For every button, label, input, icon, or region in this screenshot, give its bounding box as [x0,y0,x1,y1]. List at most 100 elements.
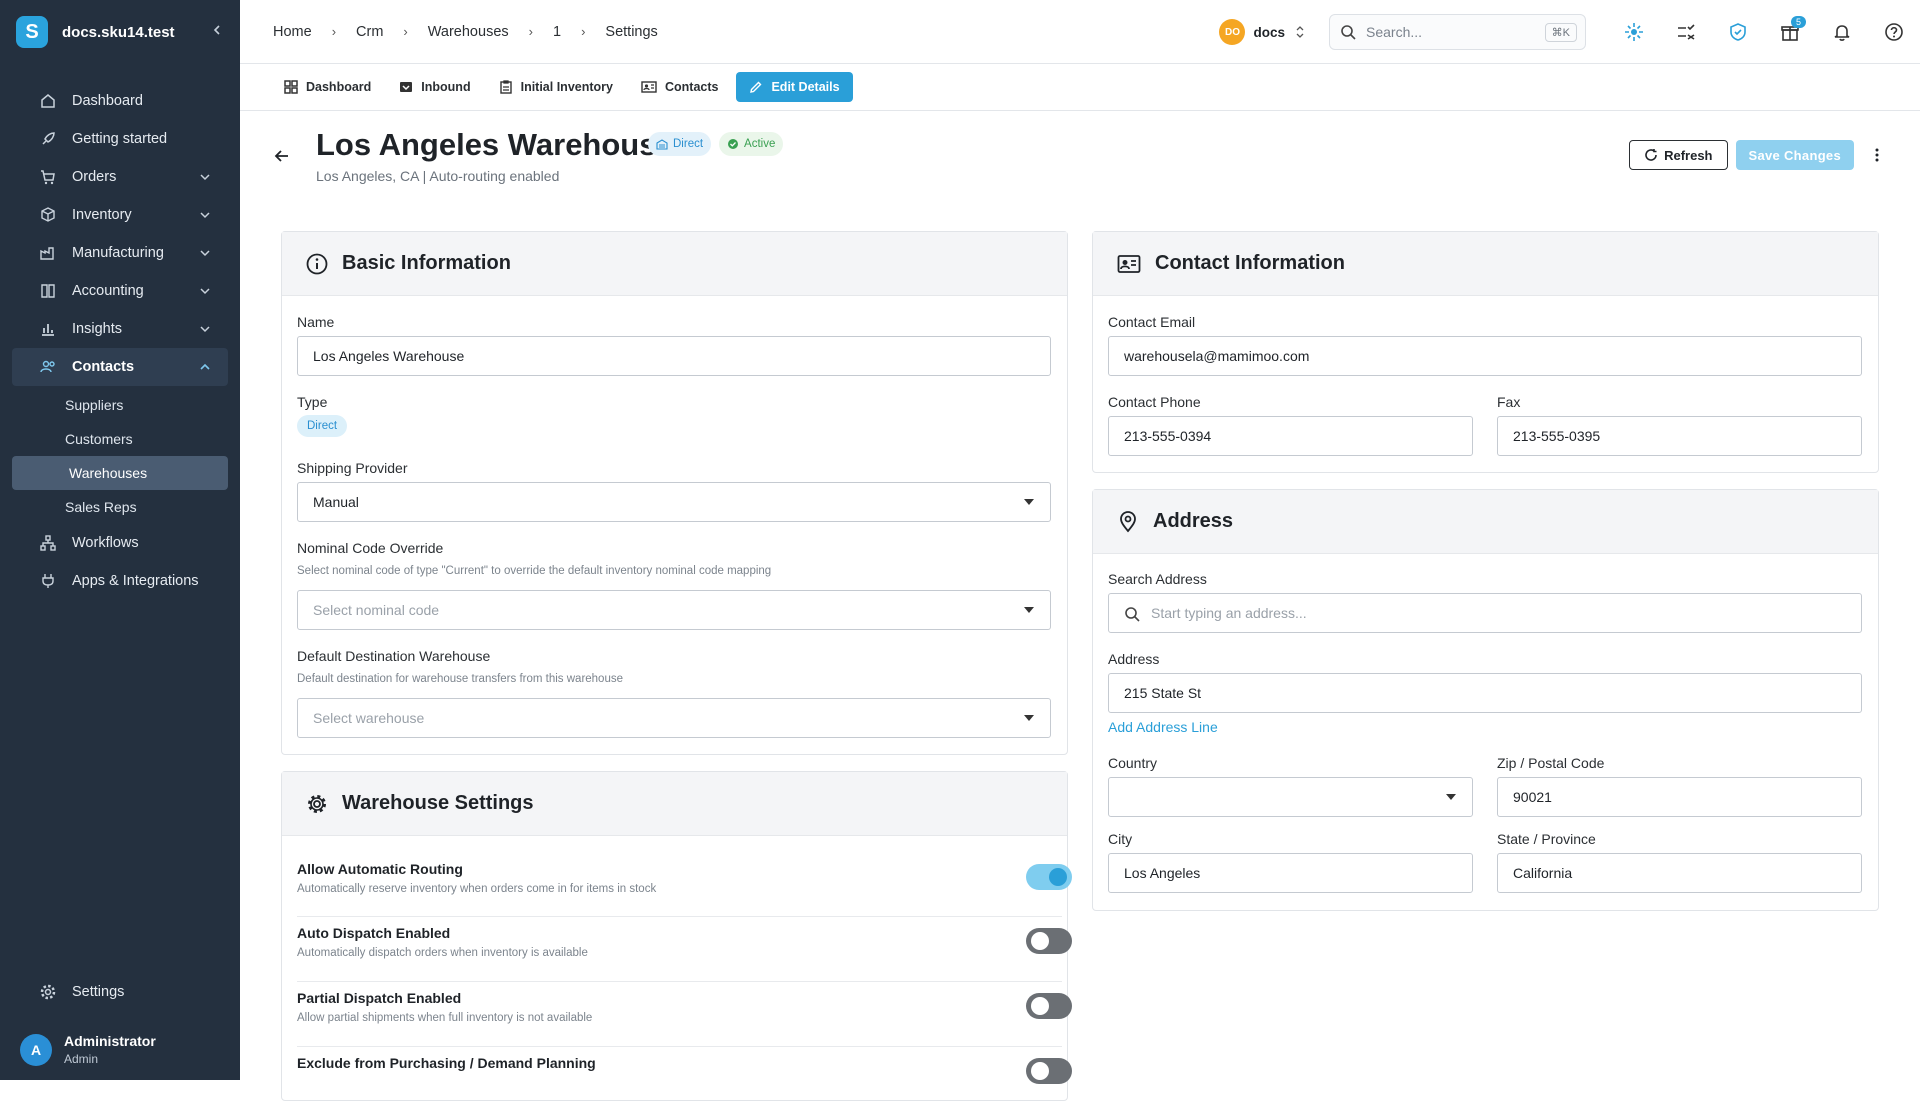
sidebar-item-label: Inventory [72,207,132,223]
default-destination-select[interactable]: Select warehouse [297,698,1051,738]
sidebar-subitem-sales-reps[interactable]: Sales Reps [12,490,228,524]
sidebar-item-inventory[interactable]: Inventory [12,196,228,234]
sidebar-subitem-warehouses[interactable]: Warehouses [12,456,228,490]
sidebar-item-insights[interactable]: Insights [12,310,228,348]
pencil-icon [750,81,762,93]
tab-initial-inventory[interactable]: Initial Inventory [489,72,623,102]
search-address-input[interactable]: Start typing an address... [1108,593,1862,633]
exclude-purchasing-toggle[interactable] [1026,1058,1072,1084]
partial-dispatch-toggle[interactable] [1026,993,1072,1019]
sidebar-subitem-customers[interactable]: Customers [12,422,228,456]
page-actions: Refresh Save Changes [1629,140,1880,170]
home-icon [38,91,58,111]
sidebar-item-manufacturing[interactable]: Manufacturing [12,234,228,272]
card-title: Basic Information [342,252,511,274]
basic-information-header: Basic Information [282,232,1067,296]
sidebar-item-dashboard[interactable]: Dashboard [12,82,228,120]
tab-dashboard[interactable]: Dashboard [274,72,381,102]
user-role: Admin [64,1052,99,1066]
address-card: Address Search Address Start typing an a… [1092,489,1879,911]
tab-contacts[interactable]: Contacts [631,72,728,102]
tab-edit-details[interactable]: Edit Details [736,72,853,102]
sidebar-item-accounting[interactable]: Accounting [12,272,228,310]
search-placeholder: Search... [1366,24,1423,40]
sidebar-item-settings[interactable]: Settings [12,973,228,1011]
name-label: Name [297,314,335,330]
gifts-button[interactable]: 5 [1764,12,1816,52]
sidebar-item-getting-started[interactable]: Getting started [12,120,228,158]
breadcrumb-home[interactable]: Home [273,24,312,40]
factory-icon [38,243,58,263]
breadcrumb-separator-icon: › [528,24,533,39]
default-destination-placeholder: Select warehouse [313,710,425,726]
contact-phone-input[interactable]: 213-555-0394 [1108,416,1473,456]
workspace-title[interactable]: docs.sku14.test [62,24,210,41]
name-input[interactable]: Los Angeles Warehouse [297,336,1051,376]
security-button[interactable] [1712,12,1764,52]
zip-label: Zip / Postal Code [1497,755,1605,771]
breadcrumb-crm[interactable]: Crm [356,24,383,40]
avatar: A [20,1033,52,1066]
address-line-input[interactable]: 215 State St [1108,673,1862,713]
global-search[interactable]: Search... ⌘K [1329,14,1586,50]
type-chip: Direct [297,415,348,437]
sidebar-item-label: Contacts [72,359,135,375]
help-button[interactable] [1868,12,1920,52]
default-destination-hint: Default destination for warehouse transf… [297,673,623,685]
collapse-sidebar-icon[interactable] [210,23,224,42]
rocket-icon [38,129,58,149]
sidebar-nav: Dashboard Getting started Orders Invento… [0,64,240,600]
sidebar-item-orders[interactable]: Orders [12,158,228,196]
nominal-code-select[interactable]: Select nominal code [297,590,1051,630]
workspace-switcher[interactable]: DO docs [1219,19,1305,45]
check-circle-icon [728,139,739,149]
more-vertical-icon[interactable] [1874,147,1880,163]
sidebar-subitem-suppliers[interactable]: Suppliers [12,388,228,422]
user-menu[interactable]: A Administrator Admin [0,1019,240,1080]
tab-inbound[interactable]: Inbound [389,72,480,102]
back-button[interactable] [274,148,290,169]
zip-input[interactable]: 90021 [1497,777,1862,817]
toggle-knob [1031,997,1049,1015]
contact-email-input[interactable]: warehousela@mamimoo.com [1108,336,1862,376]
add-address-line-link[interactable]: Add Address Line [1108,719,1218,735]
toggle-knob [1031,1062,1049,1080]
notifications-button[interactable] [1816,12,1868,52]
list-check-icon [1678,24,1695,40]
ai-sparkle-button[interactable] [1608,12,1660,52]
sidebar-item-label: Dashboard [72,93,143,109]
auto-dispatch-toggle[interactable] [1026,928,1072,954]
tab-label: Contacts [664,80,719,94]
sidebar-item-label: Workflows [72,535,139,551]
city-input[interactable]: Los Angeles [1108,853,1473,893]
sidebar-footer: Settings A Administrator Admin [0,973,240,1080]
bell-icon [1834,25,1850,41]
chevron-down-icon [200,174,210,181]
state-input[interactable]: California [1497,853,1862,893]
topbar-actions: DO docs Search... ⌘K 5 [1219,0,1920,64]
chevron-up-icon [200,363,210,370]
automatic-routing-toggle[interactable] [1026,864,1072,890]
warehouse-tabs: Dashboard Inbound Initial Inventory Cont… [240,64,1920,111]
contact-card-icon [1117,254,1141,273]
sidebar-header: S docs.sku14.test [0,0,240,64]
shipping-provider-select[interactable]: Manual [297,482,1051,522]
refresh-button[interactable]: Refresh [1629,140,1728,170]
breadcrumb-warehouses[interactable]: Warehouses [428,24,509,40]
country-select[interactable] [1108,777,1473,817]
status-badge: Active [719,132,784,156]
clipboard-icon [499,80,512,94]
sidebar-item-apps-integrations[interactable]: Apps & Integrations [12,562,228,600]
breadcrumb-id[interactable]: 1 [553,24,561,40]
save-changes-button[interactable]: Save Changes [1735,140,1854,170]
contact-information-card: Contact Information Contact Email wareho… [1092,231,1879,473]
fax-input[interactable]: 213-555-0395 [1497,416,1862,456]
sidebar-item-workflows[interactable]: Workflows [12,524,228,562]
sidebar-item-label: Getting started [72,131,168,147]
search-icon [1125,607,1140,622]
chart-icon [38,319,58,339]
type-badge: Direct [648,132,712,156]
compare-button[interactable] [1660,12,1712,52]
sidebar-item-contacts[interactable]: Contacts [12,348,228,386]
setting-title: Allow Automatic Routing [297,861,463,877]
